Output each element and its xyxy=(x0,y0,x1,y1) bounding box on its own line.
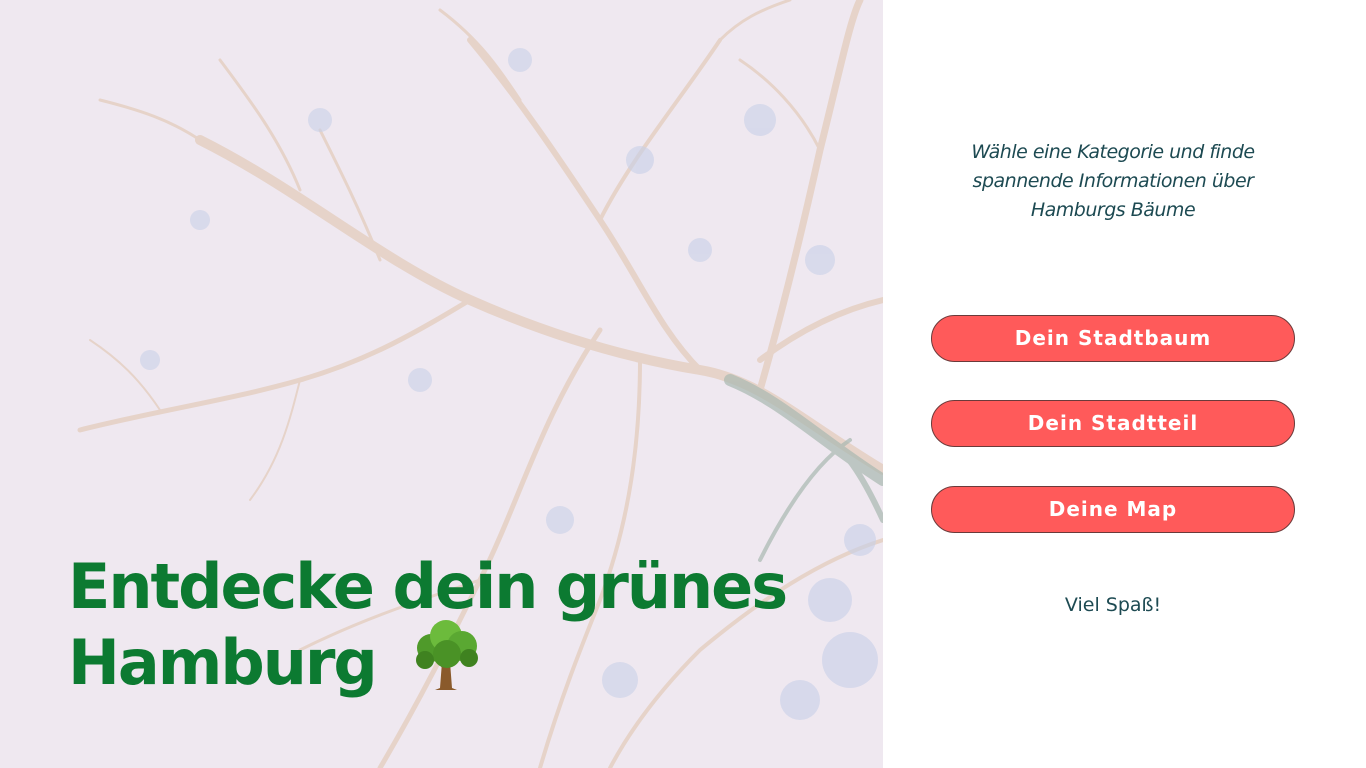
hero-title-line-2: Hamburg xyxy=(68,626,378,699)
hero-title-line-1: Entdecke dein grünes xyxy=(68,550,788,623)
intro-text: Wähle eine Kategorie und finde spannende… xyxy=(971,141,1255,221)
map-button[interactable]: Deine Map xyxy=(931,486,1295,533)
landing-page: Entdecke dein grünes Hamburg Wähle eine … xyxy=(0,0,1366,768)
hero-title: Entdecke dein grünes Hamburg xyxy=(68,556,868,702)
hero-panel: Entdecke dein grünes Hamburg xyxy=(0,0,883,768)
category-panel: Wähle eine Kategorie und finde spannende… xyxy=(883,0,1366,768)
stadtbaum-button[interactable]: Dein Stadtbaum xyxy=(931,315,1295,362)
outro-text: Viel Spaß! xyxy=(1064,594,1162,616)
deciduous-tree-icon xyxy=(409,618,483,702)
stadtteil-button[interactable]: Dein Stadtteil xyxy=(931,400,1295,447)
